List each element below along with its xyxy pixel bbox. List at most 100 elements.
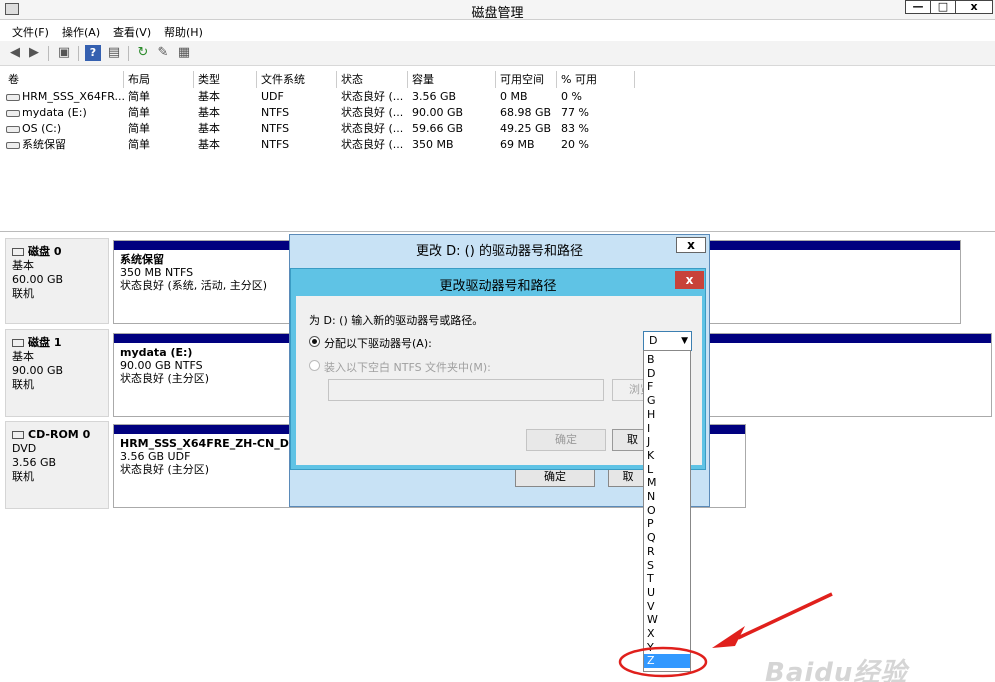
drive-letter-option[interactable]: F xyxy=(644,380,690,394)
menu-action[interactable]: 操作(A) xyxy=(62,24,100,40)
drive-letter-option[interactable]: R xyxy=(644,545,690,559)
drive-letter-option[interactable]: V xyxy=(644,600,690,614)
cancel-button[interactable]: 取 xyxy=(608,467,648,487)
assign-letter-label[interactable]: 分配以下驱动器号(A): xyxy=(324,335,432,351)
menu-view[interactable]: 查看(V) xyxy=(113,24,151,40)
volume-filesystem: NTFS xyxy=(261,106,290,119)
drive-letter-option[interactable]: J xyxy=(644,435,690,449)
col-filesystem[interactable]: 文件系统 xyxy=(257,71,337,88)
view-icon[interactable]: ▤ xyxy=(106,45,122,61)
volume-row[interactable]: OS (C:) 简单 基本 NTFS 状态良好 (... 59.66 GB 49… xyxy=(4,121,604,137)
drive-letter-option[interactable]: I xyxy=(644,422,690,436)
toolbar: ◀ ▶ ▣ ? ▤ ↻ ✎ ▦ xyxy=(0,41,995,66)
menu-file[interactable]: 文件(F) xyxy=(12,24,49,40)
drive-letter-option[interactable]: W xyxy=(644,613,690,627)
drive-letter-option[interactable]: Q xyxy=(644,531,690,545)
drive-letter-option[interactable]: O xyxy=(644,504,690,518)
col-volume[interactable]: 卷 xyxy=(4,71,124,88)
cd-drive-icon xyxy=(6,93,20,101)
volume-row[interactable]: 系统保留 简单 基本 NTFS 状态良好 (... 350 MB 69 MB 2… xyxy=(4,137,604,153)
disk-state: 联机 xyxy=(12,287,34,300)
disk-kind: DVD xyxy=(12,442,37,455)
disk-state: 联机 xyxy=(12,378,34,391)
volume-filesystem: NTFS xyxy=(261,122,290,135)
volume-type: 基本 xyxy=(198,122,220,135)
forward-arrow-icon[interactable]: ▶ xyxy=(26,45,42,61)
drive-letter-option[interactable]: H xyxy=(644,408,690,422)
settings-icon[interactable]: ▦ xyxy=(176,45,192,61)
help-icon[interactable]: ? xyxy=(85,45,101,61)
col-capacity[interactable]: 容量 xyxy=(408,71,496,88)
disk-icon xyxy=(12,339,24,347)
close-dialog-button[interactable]: x xyxy=(676,237,706,253)
disk-kind: 基本 xyxy=(12,350,34,363)
disk-name: 磁盘 0 xyxy=(28,245,62,258)
cdrom-0-label[interactable]: CD-ROM 0 DVD 3.56 GB 联机 xyxy=(5,421,109,509)
close-dialog-button[interactable]: x xyxy=(675,271,704,289)
volume-filesystem: UDF xyxy=(261,90,284,103)
volume-layout: 简单 xyxy=(128,138,150,151)
volume-name: mydata (E:) xyxy=(22,106,87,119)
drive-icon xyxy=(6,109,20,117)
disk-name: 磁盘 1 xyxy=(28,336,62,349)
close-window-button[interactable]: x xyxy=(955,0,993,14)
drive-letter-option[interactable]: B xyxy=(644,353,690,367)
volume-type: 基本 xyxy=(198,90,220,103)
folder-path-input[interactable] xyxy=(328,379,604,401)
volume-status: 状态良好 (... xyxy=(341,90,404,103)
mount-folder-radio[interactable] xyxy=(309,360,320,371)
toolbar-separator xyxy=(128,46,129,61)
drive-letter-option[interactable]: K xyxy=(644,449,690,463)
drive-letter-option[interactable]: S xyxy=(644,559,690,573)
ok-button[interactable]: 确定 xyxy=(526,429,606,451)
chevron-down-icon: ▼ xyxy=(681,336,688,346)
refresh-icon[interactable]: ↻ xyxy=(135,45,151,61)
dialog-title: 更改驱动器号和路径 xyxy=(439,279,557,294)
disk-0-label[interactable]: 磁盘 0 基本 60.00 GB 联机 xyxy=(5,238,109,324)
disk-name: CD-ROM 0 xyxy=(28,428,91,441)
volume-list: 卷 布局 类型 文件系统 状态 容量 可用空间 % 可用 HRM_SSS_X64… xyxy=(0,69,995,232)
drive-letter-option[interactable]: Y xyxy=(644,641,690,655)
drive-letter-option[interactable]: T xyxy=(644,572,690,586)
col-percent-free[interactable]: % 可用 xyxy=(557,71,635,88)
drive-letter-option[interactable]: M xyxy=(644,476,690,490)
volume-name: OS (C:) xyxy=(22,122,62,135)
ok-button[interactable]: 确定 xyxy=(515,467,595,487)
maximize-button[interactable]: □ xyxy=(930,0,956,14)
back-arrow-icon[interactable]: ◀ xyxy=(7,45,23,61)
volume-layout: 简单 xyxy=(128,122,150,135)
disk-1-label[interactable]: 磁盘 1 基本 90.00 GB 联机 xyxy=(5,329,109,417)
drive-letter-option[interactable]: N xyxy=(644,490,690,504)
properties-icon[interactable]: ▣ xyxy=(56,45,72,61)
rescan-icon[interactable]: ✎ xyxy=(155,45,171,61)
disk-size: 90.00 GB xyxy=(12,364,64,377)
col-status[interactable]: 状态 xyxy=(337,71,408,88)
drive-letter-option[interactable]: U xyxy=(644,586,690,600)
drive-letter-option[interactable]: X xyxy=(644,627,690,641)
drive-icon xyxy=(6,125,20,133)
drive-letter-select[interactable]: D ▼ xyxy=(643,331,692,351)
volume-layout: 简单 xyxy=(128,90,150,103)
col-layout[interactable]: 布局 xyxy=(124,71,194,88)
watermark: Baidu经验 xyxy=(765,658,908,682)
mount-folder-label[interactable]: 装入以下空白 NTFS 文件夹中(M): xyxy=(324,359,491,375)
menu-help[interactable]: 帮助(H) xyxy=(164,24,203,40)
volume-row[interactable]: HRM_SSS_X64FR... 简单 基本 UDF 状态良好 (... 3.5… xyxy=(4,89,604,105)
col-free-space[interactable]: 可用空间 xyxy=(496,71,557,88)
drive-letter-option[interactable]: D xyxy=(644,367,690,381)
assign-letter-radio[interactable] xyxy=(309,336,320,347)
drive-letter-dropdown-list[interactable]: BDFGHIJKLMNOPQRSTUVWXYZ xyxy=(643,350,691,672)
drive-letter-option[interactable]: G xyxy=(644,394,690,408)
toolbar-separator xyxy=(48,46,49,61)
drive-letter-option[interactable]: L xyxy=(644,463,690,477)
drive-letter-option[interactable]: P xyxy=(644,517,690,531)
minimize-button[interactable]: — xyxy=(905,0,931,14)
volume-row[interactable]: mydata (E:) 简单 基本 NTFS 状态良好 (... 90.00 G… xyxy=(4,105,604,121)
col-type[interactable]: 类型 xyxy=(194,71,257,88)
volume-free: 69 MB xyxy=(500,138,535,151)
disk-kind: 基本 xyxy=(12,259,34,272)
volume-list-header: 卷 布局 类型 文件系统 状态 容量 可用空间 % 可用 xyxy=(4,71,995,88)
volume-status: 状态良好 (... xyxy=(341,122,404,135)
disk-state: 联机 xyxy=(12,470,34,483)
drive-letter-option[interactable]: Z xyxy=(644,654,690,669)
